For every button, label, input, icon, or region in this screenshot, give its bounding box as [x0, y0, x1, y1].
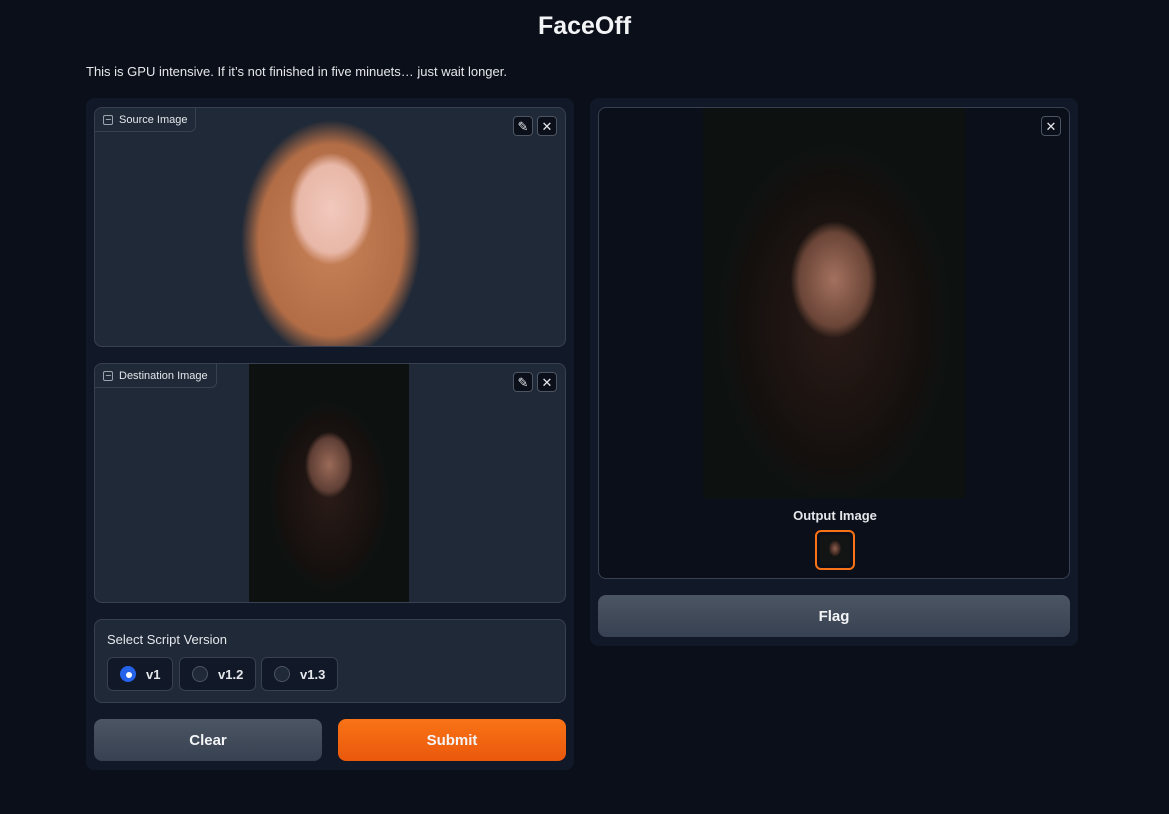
radio-option-v1-2[interactable]: v1.2 [179, 657, 257, 691]
input-panel: Source Image ✎ ✕ Destination Image ✎ ✕ S… [86, 98, 574, 770]
destination-image-label-chip: Destination Image [95, 364, 217, 388]
radio-option-v1[interactable]: v1 [107, 657, 174, 691]
radio-option-label: v1 [146, 666, 161, 682]
radio-option-v1-3[interactable]: v1.3 [261, 657, 339, 691]
output-thumbnail[interactable] [815, 530, 855, 570]
page-title: FaceOff [537, 12, 632, 40]
edit-icon[interactable]: ✎ [513, 116, 533, 136]
output-image-caption: Output Image [793, 508, 877, 523]
destination-image-label: Destination Image [119, 369, 208, 382]
output-image-gallery: ✕ Output Image [598, 107, 1070, 579]
script-version-label: Select Script Version [107, 632, 227, 647]
close-icon[interactable]: ✕ [537, 372, 557, 392]
source-image-label-chip: Source Image [95, 108, 197, 132]
destination-image-upload[interactable]: Destination Image ✎ ✕ [94, 363, 566, 603]
close-icon[interactable]: ✕ [537, 116, 557, 136]
radio-option-label: v1.3 [300, 666, 326, 682]
image-icon [103, 114, 113, 125]
thumbnail-image [820, 535, 850, 565]
destination-image-preview [249, 364, 409, 602]
radio-option-label: v1.2 [218, 666, 244, 682]
script-version-radio-group: Select Script Version v1 v1.2 v1.3 [94, 619, 566, 703]
radio-button[interactable] [120, 666, 136, 682]
app-page: FaceOff This is GPU intensive. If it’s n… [0, 0, 1169, 814]
source-image-upload[interactable]: Source Image ✎ ✕ [94, 107, 566, 347]
output-panel: ✕ Output Image Flag [590, 98, 1078, 646]
close-icon[interactable]: ✕ [1041, 116, 1061, 136]
edit-icon[interactable]: ✎ [513, 372, 533, 392]
source-image-preview [215, 108, 447, 346]
clear-button[interactable]: Clear [94, 719, 322, 761]
submit-button[interactable]: Submit [338, 719, 566, 761]
radio-button[interactable] [274, 666, 290, 682]
image-icon [103, 370, 113, 381]
output-image-preview[interactable] [703, 108, 965, 498]
page-description: This is GPU intensive. If it’s not finis… [86, 64, 507, 79]
flag-button[interactable]: Flag [598, 595, 1070, 637]
source-image-label: Source Image [119, 113, 188, 126]
radio-button[interactable] [192, 666, 208, 682]
